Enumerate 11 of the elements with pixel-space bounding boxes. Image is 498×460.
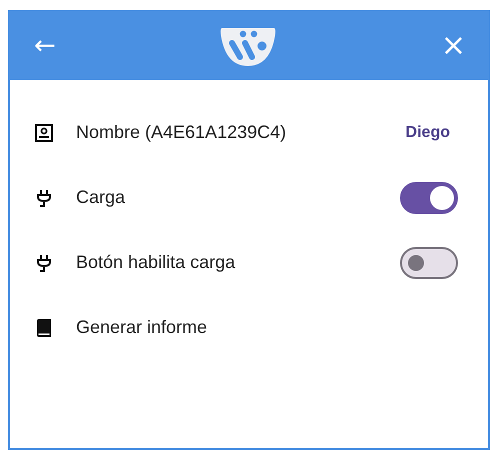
generate-report-button[interactable]: Generar informe: [76, 317, 208, 338]
setting-label: Nombre (A4E61A1239C4): [76, 122, 288, 143]
plug-icon: [34, 252, 54, 272]
plug-icon: [34, 188, 54, 208]
toggle-switch[interactable]: [400, 182, 458, 214]
setting-label: Carga: [76, 187, 126, 208]
toggle-switch[interactable]: [400, 246, 458, 278]
book-icon: [34, 318, 54, 338]
setting-label: Botón habilita carga: [76, 252, 236, 273]
id-card-icon: [34, 122, 54, 142]
name-value[interactable]: Diego: [406, 124, 450, 142]
